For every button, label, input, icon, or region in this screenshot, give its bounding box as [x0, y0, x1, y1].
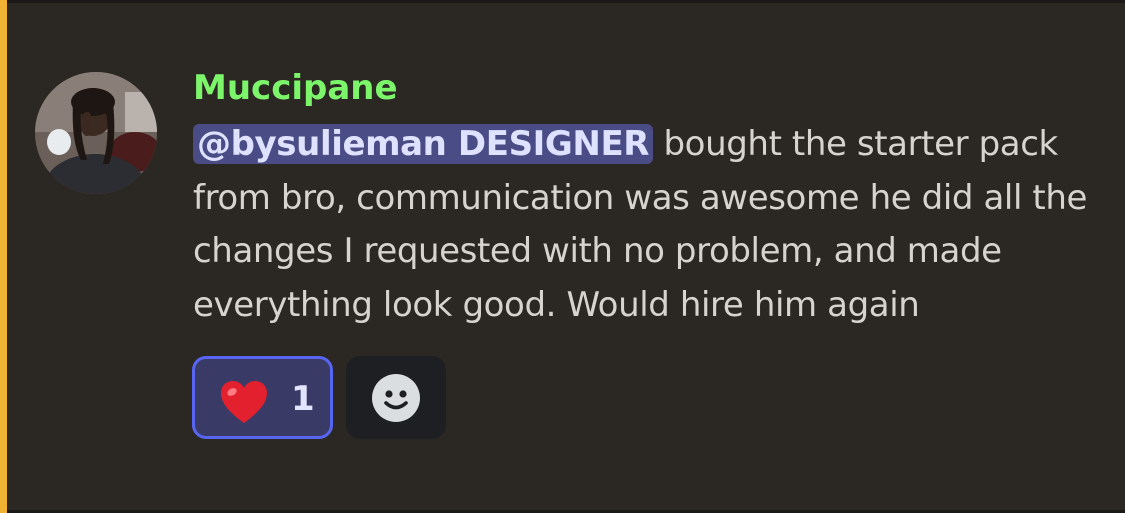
smile-icon: [372, 374, 420, 422]
message-content: @bysulieman DESIGNER bought the starter …: [193, 118, 1093, 332]
avatar-image: [35, 72, 157, 194]
user-mention[interactable]: @bysulieman DESIGNER: [193, 124, 654, 164]
username[interactable]: Muccipane: [193, 66, 398, 110]
avatar[interactable]: [35, 72, 157, 194]
highlight-bar: [0, 0, 7, 513]
reaction-count: 1: [291, 379, 315, 419]
reaction-button-heart[interactable]: 1: [192, 356, 333, 439]
heart-icon: [221, 381, 267, 423]
add-reaction-button[interactable]: [346, 356, 446, 439]
